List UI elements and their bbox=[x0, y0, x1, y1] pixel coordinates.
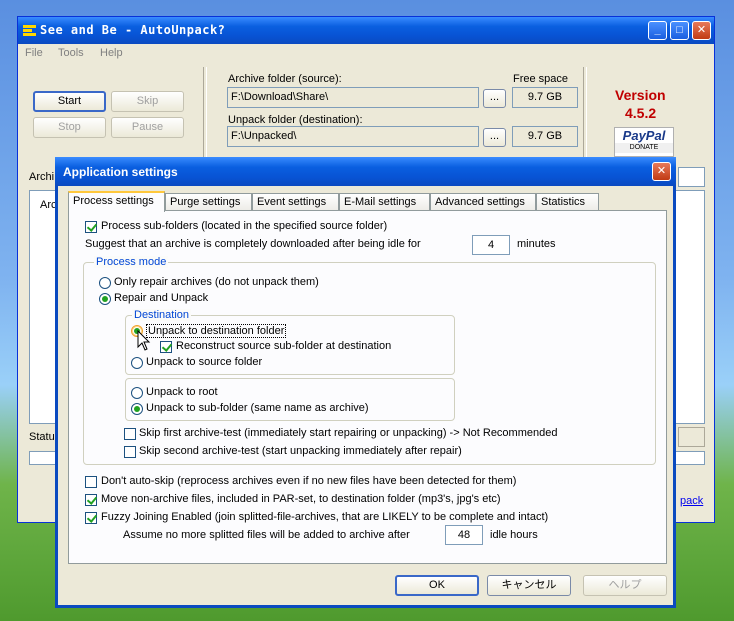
dont-autoskip-checkbox[interactable] bbox=[85, 476, 97, 488]
tab-advanced-settings[interactable]: Advanced settings bbox=[430, 193, 536, 211]
mouse-cursor-icon bbox=[137, 330, 151, 351]
paypal-donate-button[interactable]: PayPal DONATE bbox=[614, 127, 674, 157]
archive-folder-label: Archive folder (source): bbox=[228, 73, 342, 85]
free-space-label: Free space bbox=[513, 73, 569, 85]
donate-label: DONATE bbox=[615, 143, 673, 153]
unpack-folder-field[interactable]: F:\Unpacked\ bbox=[227, 126, 479, 147]
assume-label: Assume no more splitted files will be ad… bbox=[123, 529, 410, 541]
archive-list-label: Archi bbox=[29, 171, 55, 183]
skip-first-checkbox[interactable] bbox=[124, 428, 136, 440]
maximize-icon[interactable]: □ bbox=[670, 21, 689, 40]
version-number: 4.5.2 bbox=[625, 105, 657, 121]
reconstruct-label[interactable]: Reconstruct source sub-folder at destina… bbox=[176, 340, 391, 352]
unpack-source-radio[interactable] bbox=[131, 357, 143, 369]
repair-unpack-label[interactable]: Repair and Unpack bbox=[114, 292, 208, 304]
free-space-dest: 9.7 GB bbox=[512, 126, 578, 147]
unpack-folder-label: Unpack folder (destination): bbox=[228, 114, 363, 126]
app-icon bbox=[23, 24, 36, 36]
process-settings-panel: Process sub-folders (located in the spec… bbox=[68, 210, 667, 564]
unpack-dest-label[interactable]: Unpack to destination folder bbox=[146, 324, 287, 338]
tab-statistics[interactable]: Statistics bbox=[536, 193, 599, 211]
help-button[interactable]: ヘルプ bbox=[583, 575, 667, 596]
process-mode-group: Process mode Only repair archives (do no… bbox=[83, 256, 656, 465]
only-repair-label[interactable]: Only repair archives (do not unpack them… bbox=[114, 276, 319, 288]
menu-file[interactable]: File bbox=[25, 47, 43, 59]
free-space-source: 9.7 GB bbox=[512, 87, 578, 108]
main-title: See and Be - AutoUnpack? bbox=[40, 23, 226, 37]
process-mode-title: Process mode bbox=[94, 256, 169, 268]
process-subfolders-checkbox[interactable] bbox=[85, 221, 97, 233]
fuzzy-joining-checkbox[interactable] bbox=[85, 512, 97, 524]
skip-first-label[interactable]: Skip first archive-test (immediately sta… bbox=[139, 427, 557, 439]
unpack-root-radio[interactable] bbox=[131, 387, 143, 399]
top-right-field bbox=[678, 167, 705, 187]
destination-group: Destination Unpack to destination folder… bbox=[125, 309, 455, 375]
unpack-root-group: Unpack to root Unpack to sub-folder (sam… bbox=[125, 378, 455, 421]
assume-hours-input[interactable]: 48 bbox=[445, 525, 483, 545]
skip-second-label[interactable]: Skip second archive-test (start unpackin… bbox=[139, 445, 462, 457]
idle-unit-label: minutes bbox=[517, 238, 556, 250]
status-box bbox=[678, 427, 705, 447]
repair-unpack-radio[interactable] bbox=[99, 293, 111, 305]
start-button[interactable]: Start bbox=[33, 91, 106, 112]
unpack-source-label[interactable]: Unpack to source folder bbox=[146, 356, 262, 368]
paypal-logo: PayPal bbox=[622, 128, 666, 143]
archive-folder-field[interactable]: F:\Download\Share\ bbox=[227, 87, 479, 108]
minimize-icon[interactable]: _ bbox=[648, 21, 667, 40]
dont-autoskip-label[interactable]: Don't auto-skip (reprocess archives even… bbox=[101, 475, 516, 487]
unpack-subfolder-radio[interactable] bbox=[131, 403, 143, 415]
stop-button[interactable]: Stop bbox=[33, 117, 106, 138]
tab-event-settings[interactable]: Event settings bbox=[252, 193, 339, 211]
menu-tools[interactable]: Tools bbox=[58, 47, 84, 59]
assume-unit-label: idle hours bbox=[490, 529, 538, 541]
browse-source-button[interactable]: ... bbox=[483, 89, 506, 108]
status-label: Statu bbox=[29, 431, 55, 443]
idle-minutes-input[interactable]: 4 bbox=[472, 235, 510, 255]
move-nonarchive-checkbox[interactable] bbox=[85, 494, 97, 506]
tab-email-settings[interactable]: E-Mail settings bbox=[339, 193, 430, 211]
unpack-root-label[interactable]: Unpack to root bbox=[146, 386, 218, 398]
menubar: File Tools Help bbox=[18, 44, 714, 64]
skip-button[interactable]: Skip bbox=[111, 91, 184, 112]
ok-button[interactable]: OK bbox=[395, 575, 479, 596]
dialog-close-icon[interactable]: ✕ bbox=[652, 162, 671, 181]
tab-process-settings[interactable]: Process settings bbox=[68, 191, 165, 212]
menu-help[interactable]: Help bbox=[100, 47, 123, 59]
move-nonarchive-label[interactable]: Move non-archive files, included in PAR-… bbox=[101, 493, 501, 505]
browse-dest-button[interactable]: ... bbox=[483, 128, 506, 147]
dialog-titlebar[interactable]: Application settings ✕ bbox=[55, 157, 676, 186]
destination-title: Destination bbox=[132, 309, 192, 321]
idle-suggest-label: Suggest that an archive is completely do… bbox=[85, 238, 421, 250]
fuzzy-joining-label[interactable]: Fuzzy Joining Enabled (join splitted-fil… bbox=[101, 511, 548, 523]
reconstruct-checkbox[interactable] bbox=[160, 341, 172, 353]
cancel-button[interactable]: キャンセル bbox=[487, 575, 571, 596]
skip-second-checkbox[interactable] bbox=[124, 446, 136, 458]
paypal-link[interactable]: pack bbox=[680, 495, 703, 507]
main-titlebar[interactable]: See and Be - AutoUnpack? _ □ ✕ bbox=[18, 17, 714, 44]
pause-button[interactable]: Pause bbox=[111, 117, 184, 138]
only-repair-radio[interactable] bbox=[99, 277, 111, 289]
tab-purge-settings[interactable]: Purge settings bbox=[165, 193, 252, 211]
unpack-subfolder-label[interactable]: Unpack to sub-folder (same name as archi… bbox=[146, 402, 369, 414]
process-subfolders-label[interactable]: Process sub-folders (located in the spec… bbox=[101, 220, 387, 232]
separator bbox=[203, 67, 207, 157]
close-icon[interactable]: ✕ bbox=[692, 21, 711, 40]
version-label: Version bbox=[615, 87, 666, 103]
dialog-title: Application settings bbox=[63, 165, 178, 179]
separator bbox=[583, 67, 587, 157]
settings-dialog: Application settings ✕ Process settings … bbox=[55, 157, 676, 608]
